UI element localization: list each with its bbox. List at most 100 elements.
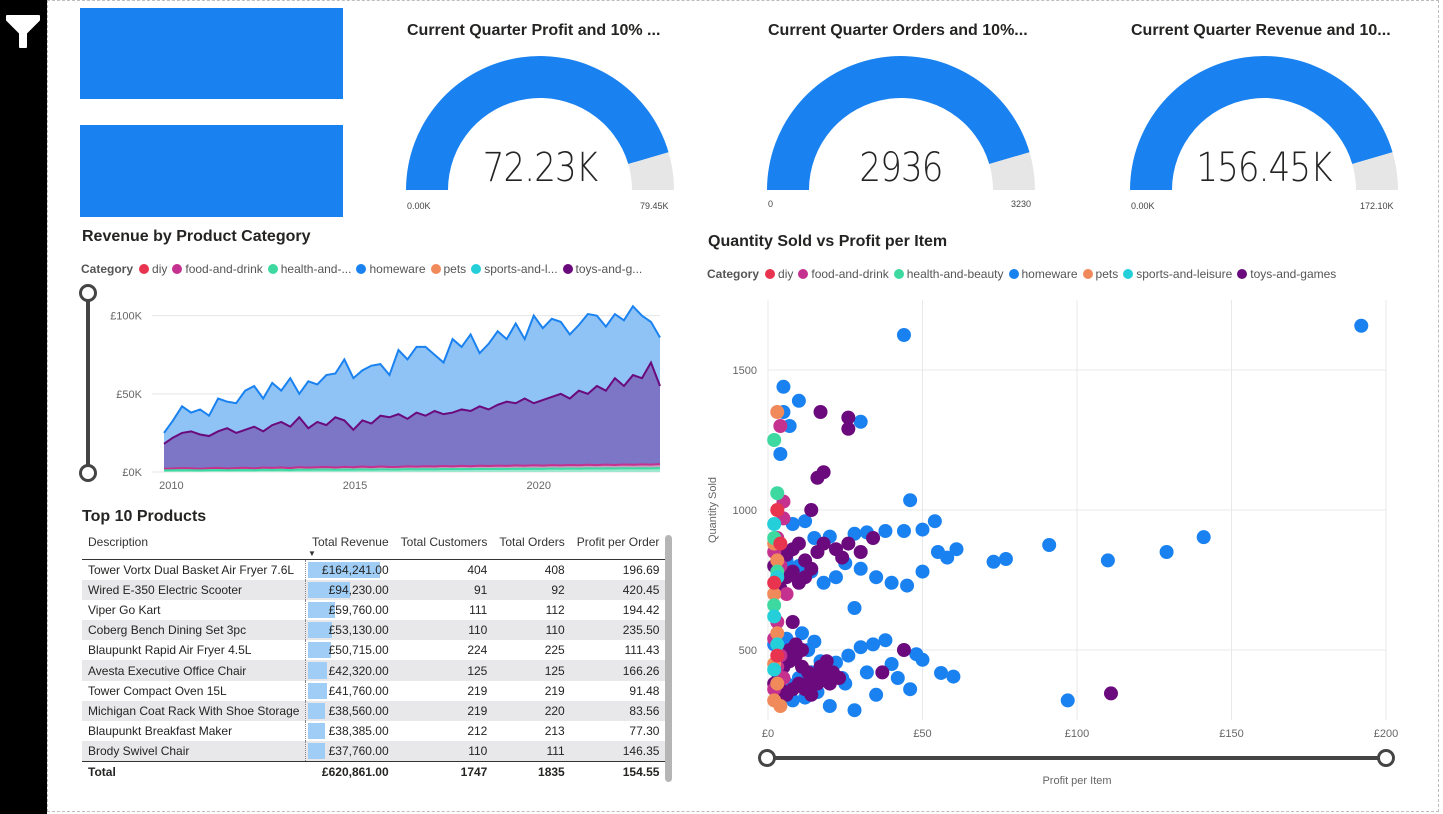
scatter-point-homeware[interactable]	[776, 379, 791, 394]
table-row[interactable]: Tower Vortx Dual Basket Air Fryer 7.6L £1…	[82, 559, 665, 580]
scatter-point-homeware[interactable]	[934, 665, 949, 680]
legend-item-foodanddrink[interactable]: food-and-drink	[172, 262, 263, 276]
legend-item-healthand[interactable]: health-and-...	[267, 262, 351, 276]
scatter-point-toys-and-games[interactable]	[816, 536, 831, 551]
scatter-point-toys-and-games[interactable]	[810, 470, 825, 485]
scatter-point-toys-and-games[interactable]	[853, 545, 868, 559]
scatter-point-homeware[interactable]	[847, 601, 862, 615]
scatter-point-diy[interactable]	[767, 575, 782, 590]
scatter-point-health-and-beauty[interactable]	[767, 433, 782, 447]
scatter-point-homeware[interactable]	[791, 393, 806, 408]
scatter-point-toys-and-games[interactable]	[813, 405, 828, 419]
scatter-point-toys-and-games[interactable]	[896, 643, 911, 657]
scatter-point-homeware[interactable]	[847, 703, 862, 718]
scatter-point-toys-and-games[interactable]	[841, 536, 856, 551]
legend-item-toysandg[interactable]: toys-and-g...	[562, 262, 642, 276]
col-total-orders[interactable]: Total Orders	[493, 532, 571, 560]
scatter-point-food-and-drink[interactable]	[779, 587, 794, 601]
scatter-chart[interactable]: £0 £50 £100 £150 £200 1500 1000 500 Quantity Sol…	[700, 290, 1420, 800]
legend-item-pets[interactable]: pets	[1082, 267, 1118, 281]
scatter-point-diy[interactable]	[770, 648, 785, 663]
revenue-area-chart[interactable]: £100K £50K £0K 2010 2015 2020	[100, 300, 670, 500]
scatter-point-toys-and-games[interactable]	[798, 570, 813, 585]
scatter-point-homeware[interactable]	[841, 648, 856, 663]
legend-item-toysandgames[interactable]: toys-and-games	[1237, 267, 1336, 281]
scatter-point-homeware[interactable]	[903, 682, 918, 697]
scatter-point-toys-and-games[interactable]	[794, 659, 809, 674]
revenue-y-slider-track[interactable]	[86, 298, 90, 470]
table-row[interactable]: Coberg Bench Dining Set 3pc £53,130.00 110…	[82, 620, 666, 641]
legend-item-sportsandl[interactable]: sports-and-l...	[471, 262, 558, 276]
scatter-x-slider-right-handle[interactable]	[1377, 749, 1395, 767]
scatter-point-homeware[interactable]	[822, 699, 837, 713]
top10-table[interactable]: Description Total Revenue ▼ Total Custom…	[82, 532, 666, 782]
scatter-point-homeware[interactable]	[1042, 538, 1057, 552]
scatter-chart-legend[interactable]: Category diy food-and-drink health-and-bea…	[707, 267, 1341, 281]
scatter-point-homeware[interactable]	[853, 561, 868, 576]
scatter-point-toys-and-games[interactable]	[801, 676, 816, 691]
legend-item-foodanddrink[interactable]: food-and-drink	[798, 267, 889, 281]
table-row[interactable]: Viper Go Kart £59,760.00 111 112 194.42	[82, 599, 665, 621]
scatter-point-homeware[interactable]	[903, 493, 918, 508]
col-profit-per-order[interactable]: Profit per Order	[570, 532, 666, 560]
table-row[interactable]: Avesta Executive Office Chair £42,320.00 1…	[82, 660, 666, 681]
scatter-point-homeware[interactable]	[927, 514, 942, 529]
kpi-card-top[interactable]	[80, 8, 343, 99]
scatter-point-homeware[interactable]	[869, 570, 884, 585]
scatter-point-pets[interactable]	[773, 699, 788, 713]
revenue-y-slider-top-handle[interactable]	[79, 284, 97, 302]
scatter-point-homeware[interactable]	[1100, 553, 1115, 568]
scatter-point-homeware[interactable]	[890, 671, 905, 685]
scatter-point-homeware[interactable]	[940, 550, 955, 565]
scatter-point-sports-and-leisure[interactable]	[767, 609, 782, 624]
scatter-point-homeware[interactable]	[986, 554, 1001, 569]
scatter-point-homeware[interactable]	[909, 647, 924, 662]
table-row[interactable]: Blaupunkt Breakfast Maker £38,385.00 212 21…	[82, 721, 665, 742]
scatter-point-homeware[interactable]	[816, 575, 831, 590]
scatter-point-homeware[interactable]	[853, 414, 868, 429]
scatter-point-homeware[interactable]	[900, 578, 915, 593]
col-description[interactable]: Description	[82, 532, 306, 560]
filter-icon[interactable]	[4, 12, 42, 52]
legend-item-healthandbeauty[interactable]: health-and-beauty	[893, 267, 1004, 281]
scatter-point-homeware[interactable]	[828, 570, 843, 585]
scatter-point-homeware[interactable]	[915, 564, 930, 579]
revenue-chart-legend[interactable]: Category diy food-and-drink health-and-...…	[81, 262, 647, 276]
scatter-point-toys-and-games[interactable]	[804, 503, 819, 517]
scatter-point-toys-and-games[interactable]	[822, 676, 837, 691]
scatter-point-sports-and-leisure[interactable]	[767, 517, 782, 531]
kpi-card-bottom[interactable]	[80, 125, 343, 217]
scatter-point-homeware[interactable]	[998, 552, 1013, 566]
scatter-point-pets[interactable]	[770, 405, 785, 419]
table-scrollbar[interactable]	[665, 535, 672, 782]
scatter-point-homeware[interactable]	[1159, 545, 1174, 559]
legend-item-pets[interactable]: pets	[430, 262, 466, 276]
scatter-point-diy[interactable]	[773, 536, 788, 551]
scatter-point-toys-and-games[interactable]	[791, 536, 806, 551]
scatter-point-homeware[interactable]	[869, 687, 884, 702]
scatter-point-health-and-beauty[interactable]	[770, 486, 785, 501]
table-row[interactable]: Brody Swivel Chair £37,760.00 110 111 146.35	[82, 741, 666, 762]
scatter-x-slider-left-handle[interactable]	[758, 749, 776, 767]
scatter-point-toys-and-games[interactable]	[841, 421, 856, 436]
legend-item-sportsandleisure[interactable]: sports-and-leisure	[1123, 267, 1232, 281]
scatter-point-homeware[interactable]	[773, 447, 788, 461]
scatter-point-homeware[interactable]	[878, 524, 893, 538]
legend-item-homeware[interactable]: homeware	[1008, 267, 1078, 281]
table-row[interactable]: Tower Compact Oven 15L £41,760.00 219 219 91…	[82, 680, 665, 701]
scatter-point-toys-and-games[interactable]	[788, 637, 803, 652]
scatter-point-homeware[interactable]	[866, 637, 881, 652]
legend-item-homeware[interactable]: homeware	[356, 262, 426, 276]
scatter-point-sports-and-leisure[interactable]	[767, 662, 782, 677]
scatter-point-toys-and-games[interactable]	[785, 615, 800, 629]
table-row[interactable]: Blaupunkt Rapid Air Fryer 4.5L £50,715.00…	[82, 640, 665, 661]
scatter-point-homeware[interactable]	[884, 575, 899, 590]
scatter-point-homeware[interactable]	[878, 633, 893, 648]
scatter-point-toys-and-games[interactable]	[1103, 686, 1118, 701]
scatter-x-slider-track[interactable]	[767, 756, 1387, 760]
scatter-point-toys-and-games[interactable]	[835, 550, 850, 565]
scatter-point-homeware[interactable]	[807, 634, 822, 649]
scatter-point-homeware[interactable]	[896, 524, 911, 538]
revenue-y-slider-bottom-handle[interactable]	[79, 464, 97, 482]
scatter-point-homeware[interactable]	[1196, 530, 1211, 545]
